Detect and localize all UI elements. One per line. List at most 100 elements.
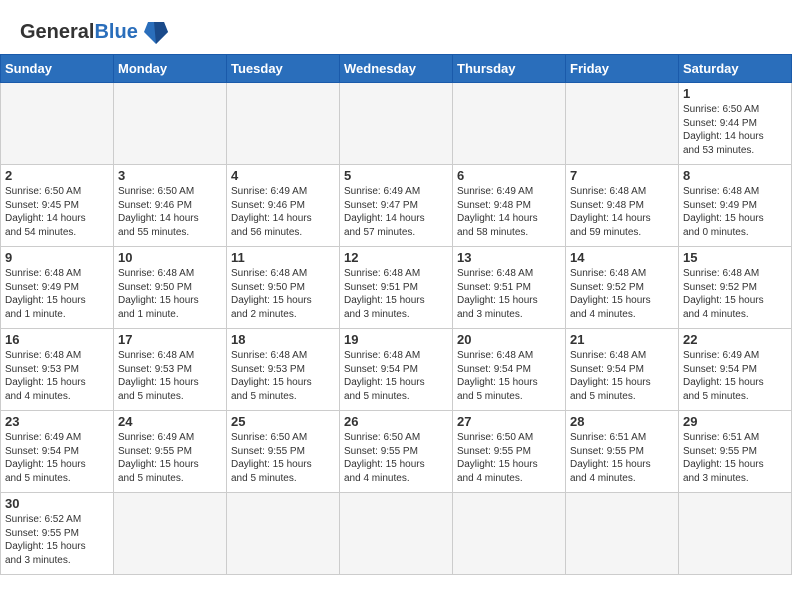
day-info: Sunrise: 6:50 AM Sunset: 9:46 PM Dayligh… [118, 185, 222, 239]
calendar-cell: 10 Sunrise: 6:48 AM Sunset: 9:50 PM Dayli… [114, 247, 227, 329]
day-info: Sunrise: 6:48 AM Sunset: 9:49 PM Dayligh… [683, 185, 787, 239]
calendar-cell: 20Sunrise: 6:48 AM Sunset: 9:54 PM Dayli… [453, 329, 566, 411]
day-info: Sunrise: 6:48 AM Sunset: 9:50 PM Dayligh… [118, 267, 222, 321]
day-header-friday: Friday [566, 55, 679, 83]
calendar-cell [453, 83, 566, 165]
calendar-cell: 7Sunrise: 6:48 AM Sunset: 9:48 PM Daylig… [566, 165, 679, 247]
day-info: Sunrise: 6:48 AM Sunset: 9:54 PM Dayligh… [570, 349, 674, 403]
day-number: 15 [683, 250, 787, 265]
day-info: Sunrise: 6:48 AM Sunset: 9:52 PM Dayligh… [570, 267, 674, 321]
day-number: 27 [457, 414, 561, 429]
calendar-cell: 16Sunrise: 6:48 AM Sunset: 9:53 PM Dayli… [1, 329, 114, 411]
day-info: Sunrise: 6:50 AM Sunset: 9:44 PM Dayligh… [683, 103, 787, 157]
calendar-cell [227, 493, 340, 575]
day-number: 13 [457, 250, 561, 265]
calendar-cell [114, 83, 227, 165]
day-info: Sunrise: 6:50 AM Sunset: 9:55 PM Dayligh… [231, 431, 335, 485]
logo-icon [140, 18, 172, 46]
day-number: 9 [5, 250, 109, 265]
day-number: 23 [5, 414, 109, 429]
day-info: Sunrise: 6:49 AM Sunset: 9:55 PM Dayligh… [118, 431, 222, 485]
calendar-cell [227, 83, 340, 165]
calendar-cell: 5 Sunrise: 6:49 AM Sunset: 9:47 PM Daylig… [340, 165, 453, 247]
logo: GeneralBlue [20, 18, 172, 46]
day-number: 5 [344, 168, 448, 183]
calendar-cell: 4 Sunrise: 6:49 AM Sunset: 9:46 PM Daylig… [227, 165, 340, 247]
day-number: 22 [683, 332, 787, 347]
day-number: 29 [683, 414, 787, 429]
calendar-header-row: SundayMondayTuesdayWednesdayThursdayFrid… [1, 55, 792, 83]
day-info: Sunrise: 6:50 AM Sunset: 9:45 PM Dayligh… [5, 185, 109, 239]
day-number: 26 [344, 414, 448, 429]
week-row-2: 2 Sunrise: 6:50 AM Sunset: 9:45 PM Daylig… [1, 165, 792, 247]
day-header-tuesday: Tuesday [227, 55, 340, 83]
day-number: 2 [5, 168, 109, 183]
calendar-cell: 22 Sunrise: 6:49 AM Sunset: 9:54 PM Dayli… [679, 329, 792, 411]
week-row-4: 16 Sunrise: 6:48 AM Sunset: 9:53 PM Dayli… [1, 329, 792, 411]
calendar-cell: 27 Sunrise: 6:50 AM Sunset: 9:55 PM Dayli… [453, 411, 566, 493]
day-info: Sunrise: 6:48 AM Sunset: 9:49 PM Dayligh… [5, 267, 109, 321]
calendar-cell: 28Sunrise: 6:51 AM Sunset: 9:55 PM Dayli… [566, 411, 679, 493]
day-info: Sunrise: 6:49 AM Sunset: 9:54 PM Dayligh… [5, 431, 109, 485]
day-info: Sunrise: 6:51 AM Sunset: 9:55 PM Dayligh… [683, 431, 787, 485]
calendar-cell: 11 Sunrise: 6:48 AM Sunset: 9:50 PM Dayli… [227, 247, 340, 329]
logo-text: GeneralBlue [20, 22, 138, 42]
day-number: 6 [457, 168, 561, 183]
calendar-cell [114, 493, 227, 575]
day-number: 8 [683, 168, 787, 183]
day-number: 10 [118, 250, 222, 265]
day-number: 30 [5, 496, 109, 511]
calendar-cell: 26 Sunrise: 6:50 AM Sunset: 9:55 PM Dayli… [340, 411, 453, 493]
day-number: 1 [683, 86, 787, 101]
day-number: 11 [231, 250, 335, 265]
calendar-cell: 25Sunrise: 6:50 AM Sunset: 9:55 PM Dayli… [227, 411, 340, 493]
calendar-cell: 3Sunrise: 6:50 AM Sunset: 9:46 PM Daylig… [114, 165, 227, 247]
day-header-sunday: Sunday [1, 55, 114, 83]
day-info: Sunrise: 6:48 AM Sunset: 9:48 PM Dayligh… [570, 185, 674, 239]
day-info: Sunrise: 6:49 AM Sunset: 9:54 PM Dayligh… [683, 349, 787, 403]
page-header: GeneralBlue [0, 0, 792, 54]
day-info: Sunrise: 6:48 AM Sunset: 9:51 PM Dayligh… [457, 267, 561, 321]
day-number: 17 [118, 332, 222, 347]
calendar-cell: 18 Sunrise: 6:48 AM Sunset: 9:53 PM Dayli… [227, 329, 340, 411]
logo-general: General [20, 21, 94, 43]
logo-blue: Blue [94, 21, 137, 43]
calendar-cell: 23 Sunrise: 6:49 AM Sunset: 9:54 PM Dayli… [1, 411, 114, 493]
day-info: Sunrise: 6:51 AM Sunset: 9:55 PM Dayligh… [570, 431, 674, 485]
day-number: 24 [118, 414, 222, 429]
calendar-cell [340, 83, 453, 165]
day-number: 14 [570, 250, 674, 265]
week-row-5: 23 Sunrise: 6:49 AM Sunset: 9:54 PM Dayli… [1, 411, 792, 493]
day-info: Sunrise: 6:48 AM Sunset: 9:50 PM Dayligh… [231, 267, 335, 321]
day-header-wednesday: Wednesday [340, 55, 453, 83]
calendar-cell: 8 Sunrise: 6:48 AM Sunset: 9:49 PM Daylig… [679, 165, 792, 247]
week-row-3: 9 Sunrise: 6:48 AM Sunset: 9:49 PM Daylig… [1, 247, 792, 329]
day-info: Sunrise: 6:49 AM Sunset: 9:48 PM Dayligh… [457, 185, 561, 239]
day-info: Sunrise: 6:48 AM Sunset: 9:54 PM Dayligh… [457, 349, 561, 403]
day-header-monday: Monday [114, 55, 227, 83]
day-info: Sunrise: 6:48 AM Sunset: 9:53 PM Dayligh… [118, 349, 222, 403]
day-info: Sunrise: 6:52 AM Sunset: 9:55 PM Dayligh… [5, 513, 109, 567]
day-info: Sunrise: 6:50 AM Sunset: 9:55 PM Dayligh… [457, 431, 561, 485]
day-number: 4 [231, 168, 335, 183]
calendar-cell [340, 493, 453, 575]
calendar-cell: 21 Sunrise: 6:48 AM Sunset: 9:54 PM Dayli… [566, 329, 679, 411]
calendar-cell: 17 Sunrise: 6:48 AM Sunset: 9:53 PM Dayli… [114, 329, 227, 411]
calendar-cell: 24 Sunrise: 6:49 AM Sunset: 9:55 PM Dayli… [114, 411, 227, 493]
week-row-1: 1 Sunrise: 6:50 AM Sunset: 9:44 PM Daylig… [1, 83, 792, 165]
day-number: 18 [231, 332, 335, 347]
day-header-saturday: Saturday [679, 55, 792, 83]
calendar-cell: 9 Sunrise: 6:48 AM Sunset: 9:49 PM Daylig… [1, 247, 114, 329]
day-info: Sunrise: 6:49 AM Sunset: 9:46 PM Dayligh… [231, 185, 335, 239]
day-number: 16 [5, 332, 109, 347]
day-number: 21 [570, 332, 674, 347]
calendar-cell: 19Sunrise: 6:48 AM Sunset: 9:54 PM Dayli… [340, 329, 453, 411]
calendar-cell: 1 Sunrise: 6:50 AM Sunset: 9:44 PM Daylig… [679, 83, 792, 165]
calendar-cell: 13 Sunrise: 6:48 AM Sunset: 9:51 PM Dayli… [453, 247, 566, 329]
day-header-thursday: Thursday [453, 55, 566, 83]
calendar-cell [566, 83, 679, 165]
day-info: Sunrise: 6:49 AM Sunset: 9:47 PM Dayligh… [344, 185, 448, 239]
day-info: Sunrise: 6:48 AM Sunset: 9:53 PM Dayligh… [231, 349, 335, 403]
day-info: Sunrise: 6:50 AM Sunset: 9:55 PM Dayligh… [344, 431, 448, 485]
calendar-cell: 30 Sunrise: 6:52 AM Sunset: 9:55 PM Dayli… [1, 493, 114, 575]
